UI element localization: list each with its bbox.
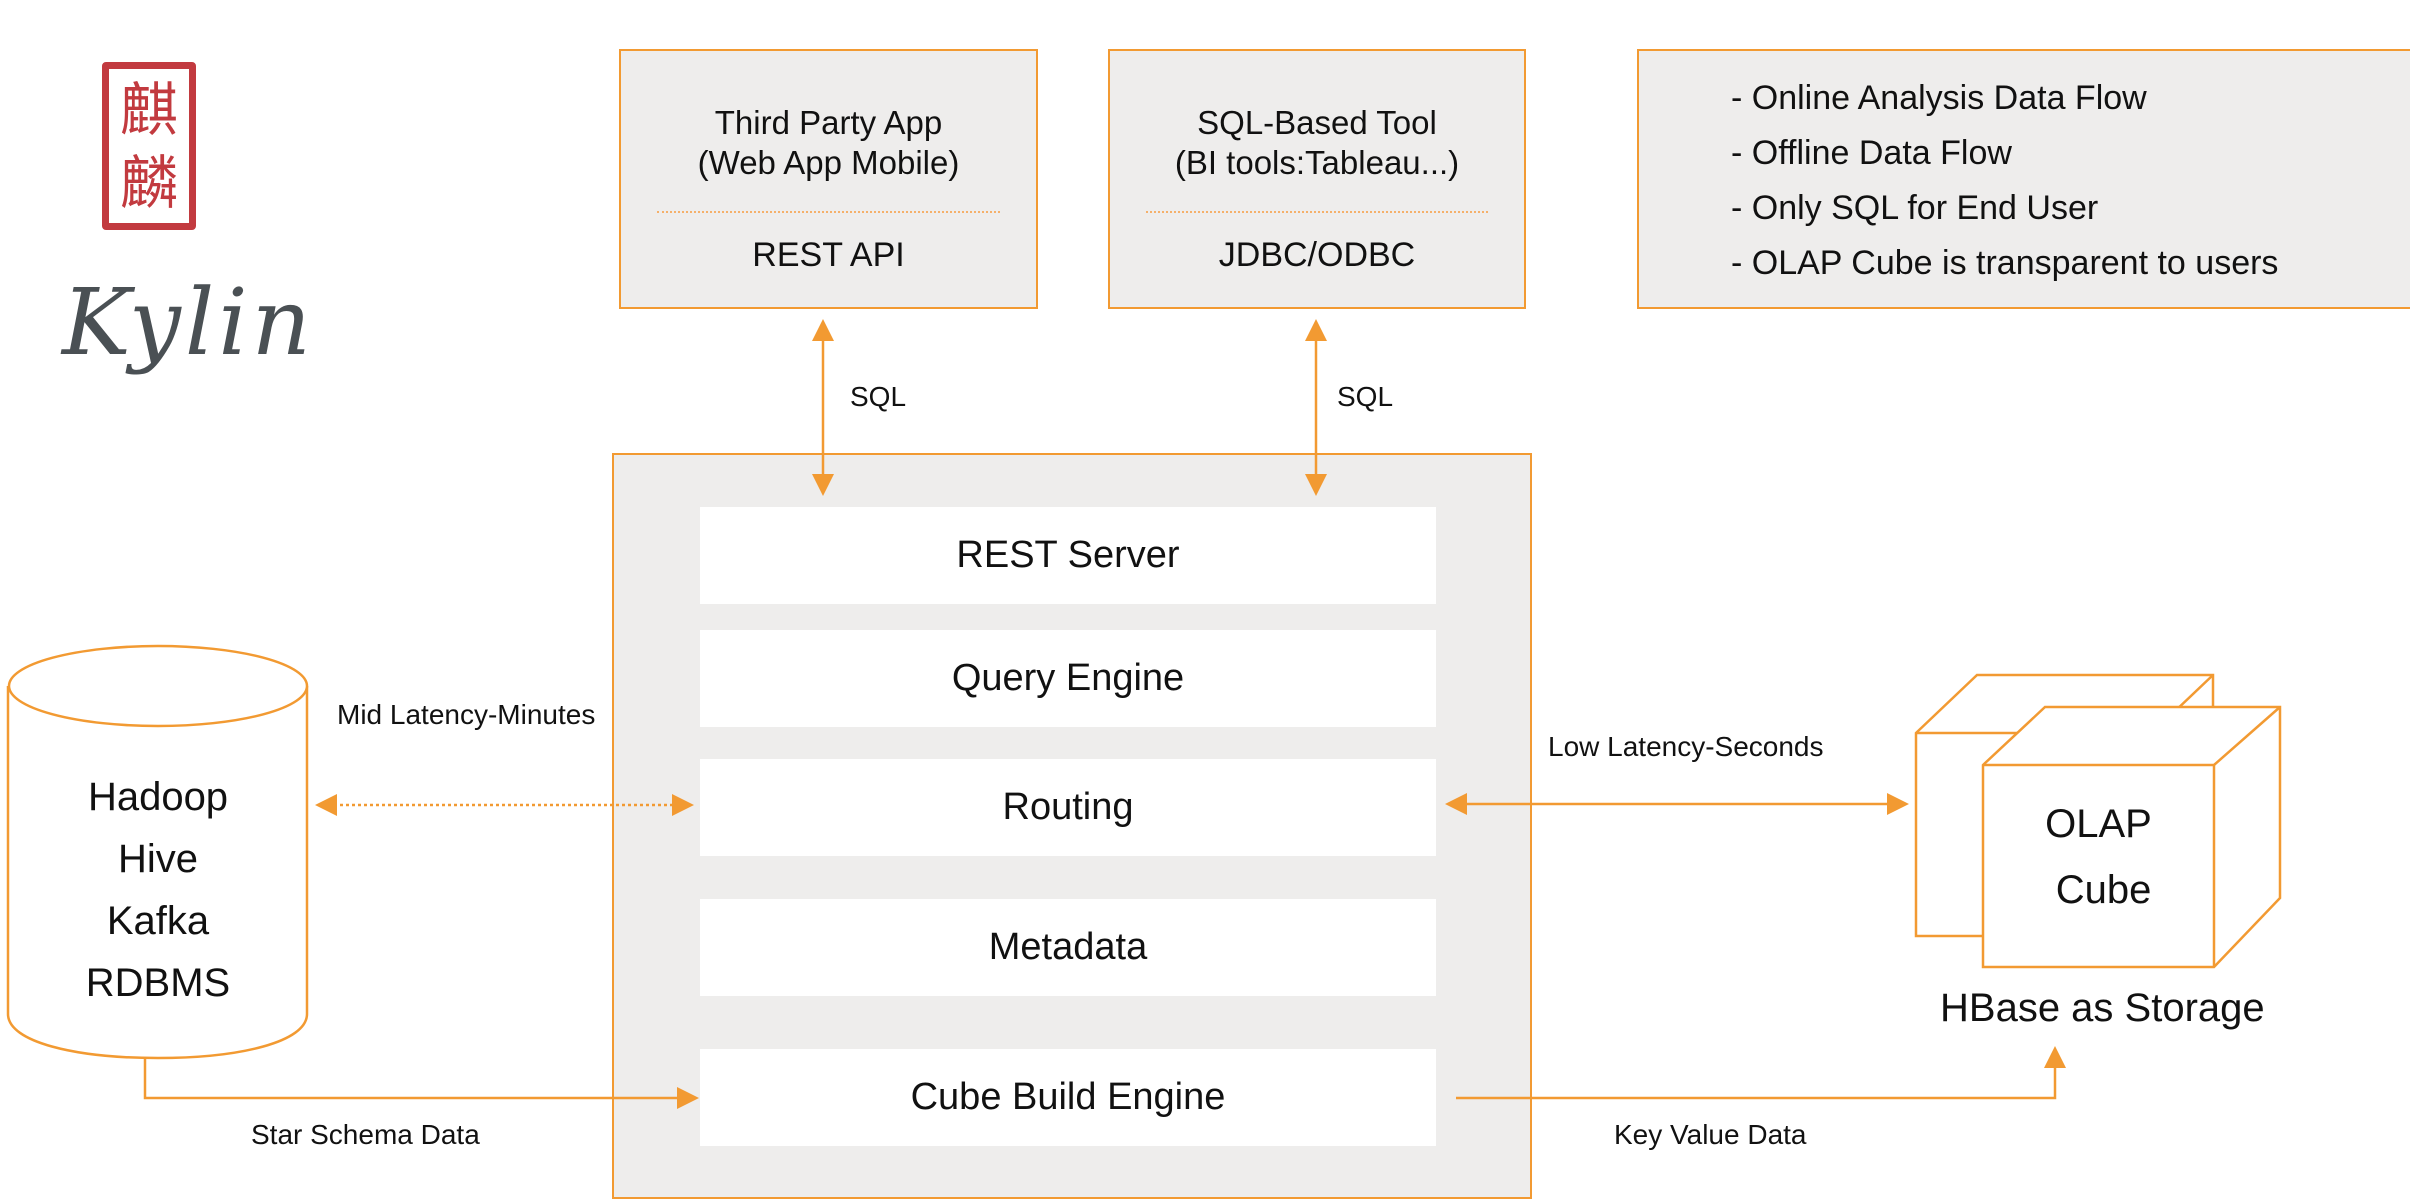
key-value-flow-arrow [1456,1046,2066,1100]
legend-list: - Online Analysis Data Flow - Offline Da… [1731,71,2278,291]
client-protocol: REST API [752,236,905,274]
low-latency-label: Low Latency-Seconds [1548,731,1824,762]
sql-based-tool-box: SQL-Based Tool (BI tools:Tableau...) JDB… [1108,49,1526,309]
cube-label-olap: OLAP [2045,802,2152,846]
client-protocol: JDBC/ODBC [1218,236,1416,274]
arrow-head-right-icon [1887,793,1909,815]
component-query-engine: Query Engine [700,630,1436,727]
cube-label-cube: Cube [2055,868,2152,912]
kylin-wordmark: Kylin [62,269,315,376]
dotted-divider [657,211,1000,213]
component-metadata: Metadata [700,899,1436,996]
legend-item: - Only SQL for End User [1731,189,2099,227]
sql-label: SQL [1337,381,1394,412]
star-schema-label: Star Schema Data [251,1119,480,1150]
client-title: SQL-Based Tool [1197,104,1437,141]
arrow-head-up-icon [1305,319,1327,341]
arrow-head-up-icon [2044,1046,2066,1068]
component-routing: Routing [700,759,1436,856]
legend-box: - Online Analysis Data Flow - Offline Da… [1637,49,2410,309]
data-source-hive: Hive [117,837,199,881]
component-cube-build-engine: Cube Build Engine [700,1049,1436,1146]
arrow-head-left-icon [315,794,337,816]
component-rest-server: REST Server [700,507,1436,604]
sql-label: SQL [850,381,907,412]
data-source-hadoop: Hadoop [87,775,229,819]
kylin-seal-logo: 麒 麟 [102,62,196,230]
mid-latency-label: Mid Latency-Minutes [337,699,596,730]
data-source-kafka: Kafka [106,899,210,943]
seal-char: 麒 [119,75,178,144]
client-title: Third Party App [714,104,943,141]
data-source-rdbms: RDBMS [85,961,231,1005]
key-value-label: Key Value Data [1614,1119,1807,1150]
legend-item: - Offline Data Flow [1731,134,2012,172]
legend-item: - OLAP Cube is transparent to users [1731,244,2279,282]
client-subtitle: (Web App Mobile) [697,144,960,181]
legend-item: - Online Analysis Data Flow [1731,79,2147,117]
third-party-app-box: Third Party App (Web App Mobile) REST AP… [619,49,1038,309]
client-subtitle: (BI tools:Tableau...) [1174,144,1460,181]
storage-caption: HBase as Storage [1940,986,2265,1030]
dotted-divider [1146,211,1488,213]
arrow-head-up-icon [812,319,834,341]
data-source-labels: Hadoop Hive Kafka RDBMS [8,766,308,1014]
seal-char: 麟 [119,148,178,217]
kylin-server-container: REST Server Query Engine Routing Metadat… [612,453,1532,1199]
